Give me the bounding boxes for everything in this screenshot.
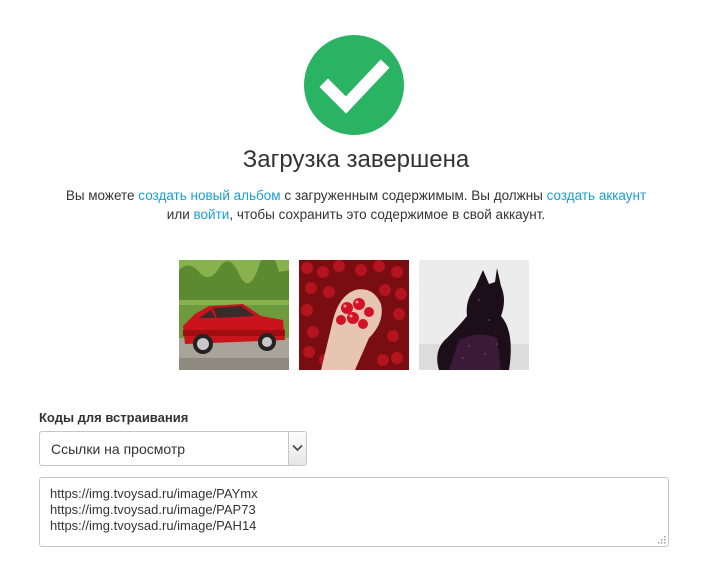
create-account-link[interactable]: создать аккаунт bbox=[547, 188, 647, 203]
message-text: или bbox=[166, 207, 194, 222]
message-text: Вы можете bbox=[65, 188, 139, 203]
thumbnail-cherries[interactable] bbox=[299, 260, 409, 370]
page-title: Загрузка завершена bbox=[242, 146, 470, 173]
upload-message: Вы можете создать новый альбом с загруже… bbox=[20, 186, 692, 224]
select-value: Ссылки на просмотр bbox=[51, 441, 186, 457]
embed-type-select[interactable]: Ссылки на просмотр bbox=[39, 431, 307, 466]
thumbnail-car[interactable] bbox=[179, 260, 289, 370]
message-text: с загруженным содержимым. Вы должны bbox=[280, 188, 547, 203]
thumbnail-cat[interactable] bbox=[419, 260, 529, 370]
upload-complete-page: Загрузка завершена Вы можете создать нов… bbox=[0, 0, 712, 582]
uploaded-thumbnails bbox=[179, 260, 534, 370]
embed-code-line: https://img.tvoysad.ru/image/PAYmx bbox=[50, 486, 258, 501]
embed-code-line: https://img.tvoysad.ru/image/PAP73 bbox=[50, 502, 256, 517]
resize-handle-icon[interactable] bbox=[657, 535, 666, 544]
embed-codes-textarea[interactable]: https://img.tvoysad.ru/image/PAYmx https… bbox=[39, 477, 669, 547]
checkmark-circle-icon bbox=[304, 35, 404, 135]
embed-code-line: https://img.tvoysad.ru/image/PAH14 bbox=[50, 518, 257, 533]
login-link[interactable]: войти bbox=[194, 207, 230, 222]
chevron-down-icon[interactable] bbox=[288, 432, 306, 465]
embed-codes-label: Коды для встраивания bbox=[39, 410, 189, 425]
create-album-link[interactable]: создать новый альбом bbox=[138, 188, 280, 203]
message-text: , чтобы сохранить это содержимое в свой … bbox=[229, 207, 546, 222]
